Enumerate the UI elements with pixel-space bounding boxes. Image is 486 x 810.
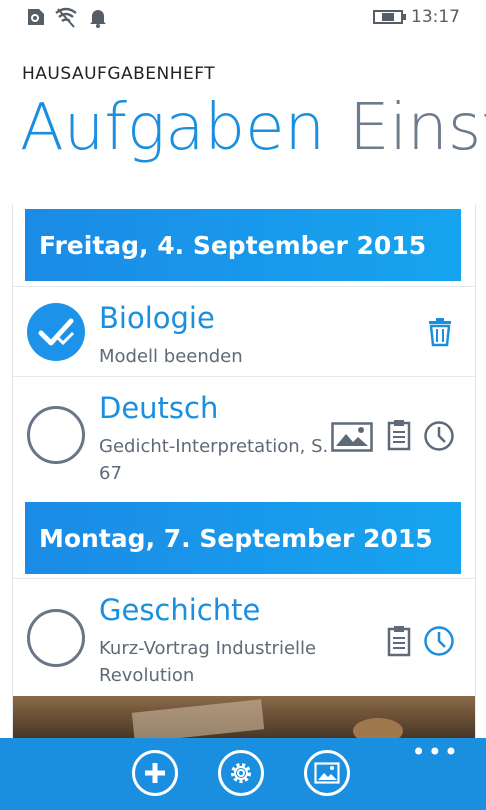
background-photo <box>13 696 475 744</box>
task-open-checkbox[interactable] <box>27 406 85 464</box>
check-icon <box>38 318 75 346</box>
task-description: Kurz-Vortrag Industrielle Revolution <box>99 638 317 686</box>
add-icon <box>145 763 165 783</box>
day-header: Freitag, 4. September 2015 <box>25 209 461 281</box>
task-list[interactable]: Freitag, 4. September 2015 Biologie Mode… <box>12 204 476 744</box>
sim-icon <box>28 9 44 25</box>
wifi-icon <box>55 7 77 28</box>
task-description: Gedicht-Interpretation, S. 67 <box>99 436 329 484</box>
pivot-header: Aufgaben Einst <box>20 88 486 168</box>
clock-icon[interactable] <box>423 625 455 657</box>
status-bar: 13:17 <box>0 0 486 34</box>
task-done-checkbox[interactable] <box>27 303 85 361</box>
clock-icon[interactable] <box>423 420 455 452</box>
settings-button[interactable] <box>218 750 264 796</box>
trash-icon[interactable] <box>427 317 453 347</box>
clock-time: 13:17 <box>411 7 460 27</box>
day-header-label: Montag, 7. September 2015 <box>39 523 433 553</box>
image-button[interactable] <box>304 750 350 796</box>
more-menu-button[interactable]: ••• <box>412 738 460 766</box>
bell-icon <box>90 10 106 28</box>
clipboard-icon[interactable] <box>387 625 411 657</box>
pivot-item-einstellungen[interactable]: Einst <box>349 91 486 165</box>
task-item[interactable]: Deutsch Gedicht-Interpretation, S. 67 <box>13 376 475 495</box>
add-button[interactable] <box>132 750 178 796</box>
task-item[interactable]: Geschichte Kurz-Vortrag Industrielle Rev… <box>13 578 475 697</box>
pivot-item-aufgaben[interactable]: Aufgaben <box>20 91 325 165</box>
image-attachment-icon[interactable] <box>331 422 373 452</box>
clipboard-icon[interactable] <box>387 419 411 451</box>
day-header: Montag, 7. September 2015 <box>25 502 461 574</box>
settings-icon <box>231 763 251 783</box>
app-bar: ••• <box>0 738 486 810</box>
day-header-label: Freitag, 4. September 2015 <box>39 230 427 260</box>
image-icon <box>314 762 340 784</box>
task-subject: Biologie <box>99 301 215 335</box>
task-subject: Deutsch <box>99 391 219 425</box>
task-subject: Geschichte <box>99 593 261 627</box>
task-description: Modell beenden <box>99 346 243 367</box>
task-item[interactable]: Biologie Modell beenden <box>13 286 475 377</box>
task-open-checkbox[interactable] <box>27 609 85 667</box>
app-title: HAUSAUFGABENHEFT <box>22 64 216 84</box>
battery-charging-icon <box>373 10 406 24</box>
